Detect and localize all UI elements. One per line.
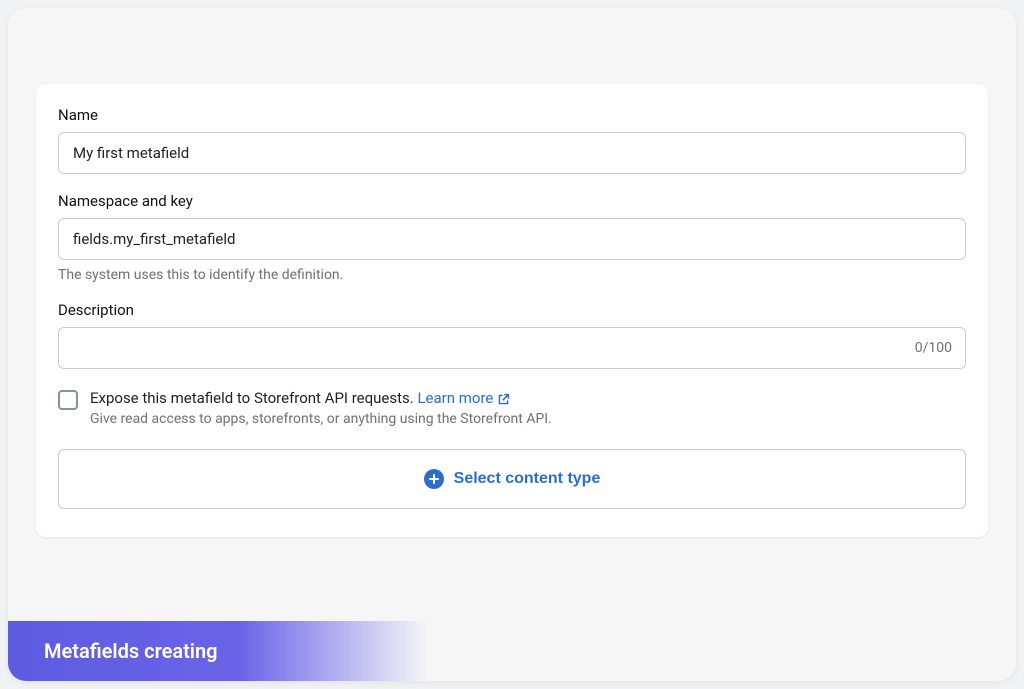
- caption-text: Metafields creating: [44, 639, 218, 663]
- description-input[interactable]: [58, 327, 966, 369]
- select-content-type-button[interactable]: Select content type: [58, 449, 966, 509]
- namespace-helper-text: The system uses this to identify the def…: [58, 267, 966, 283]
- page-container: Name Namespace and key The system uses t…: [8, 8, 1016, 681]
- name-input[interactable]: [58, 132, 966, 174]
- select-content-type-label: Select content type: [454, 470, 601, 488]
- name-label: Name: [58, 106, 966, 124]
- learn-more-text: Learn more: [417, 389, 493, 407]
- external-link-icon: [497, 392, 510, 405]
- description-field-group: Description 0/100: [58, 301, 966, 369]
- learn-more-link[interactable]: Learn more: [417, 389, 510, 407]
- name-field-group: Name: [58, 106, 966, 174]
- namespace-input[interactable]: [58, 218, 966, 260]
- description-input-wrapper: 0/100: [58, 327, 966, 369]
- expose-checkbox-row: Expose this metafield to Storefront API …: [58, 389, 966, 427]
- caption-bar: Metafields creating: [8, 621, 428, 681]
- description-label: Description: [58, 301, 966, 319]
- expose-checkbox[interactable]: [58, 390, 78, 410]
- namespace-label: Namespace and key: [58, 192, 966, 210]
- expose-label: Expose this metafield to Storefront API …: [90, 389, 966, 407]
- expose-text-block: Expose this metafield to Storefront API …: [90, 389, 966, 427]
- metafield-form-card: Name Namespace and key The system uses t…: [36, 84, 988, 537]
- expose-sublabel: Give read access to apps, storefronts, o…: [90, 411, 966, 427]
- expose-label-text: Expose this metafield to Storefront API …: [90, 389, 417, 407]
- namespace-field-group: Namespace and key The system uses this t…: [58, 192, 966, 283]
- plus-circle-icon: [424, 469, 444, 489]
